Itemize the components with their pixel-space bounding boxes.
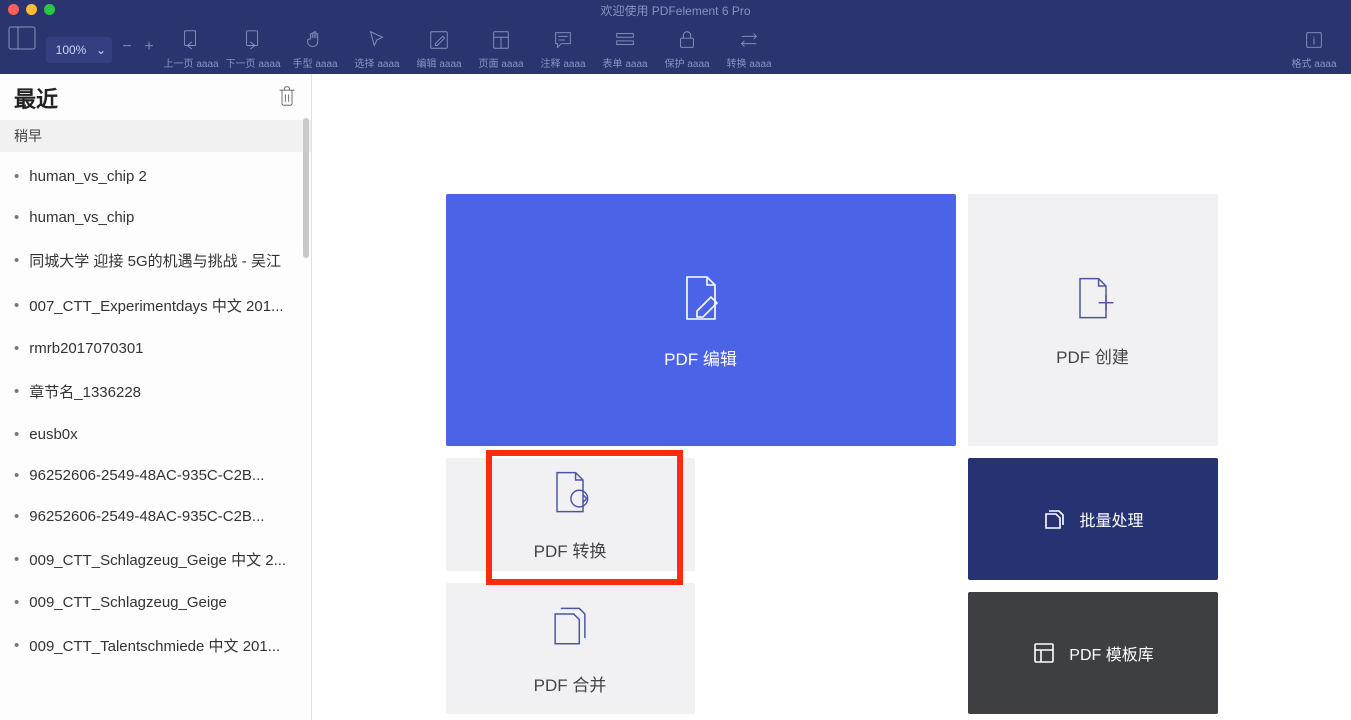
minimize-window-button[interactable] bbox=[26, 4, 37, 15]
toolbar-label: 保护 aaaa bbox=[665, 55, 710, 70]
toolbar-label: 手型 aaaa bbox=[293, 55, 338, 70]
sidebar-title: 最近 bbox=[14, 82, 58, 114]
toolbar-label: 转换 aaaa bbox=[727, 55, 772, 70]
welcome-area: PDF 编辑 PDF 创建 PDF 合并 bbox=[312, 74, 1351, 720]
toolbar-label: 上一页 aaaa bbox=[164, 55, 219, 70]
convert-document-icon bbox=[544, 467, 596, 519]
toolbar-format[interactable]: i 格式 aaaa bbox=[1283, 20, 1345, 74]
clear-recent-button[interactable] bbox=[277, 85, 297, 112]
toolbar-label: 选择 aaaa bbox=[355, 55, 400, 70]
edit-document-icon bbox=[673, 271, 729, 327]
tile-pdf-edit[interactable]: PDF 编辑 bbox=[446, 194, 956, 446]
recent-sidebar: 最近 稍早 human_vs_chip 2 human_vs_chip 同城大学… bbox=[0, 74, 312, 720]
app-body: 最近 稍早 human_vs_chip 2 human_vs_chip 同城大学… bbox=[0, 74, 1351, 720]
toolbar-label: 注释 aaaa bbox=[541, 55, 586, 70]
zoom-out-button[interactable]: − bbox=[116, 38, 138, 56]
toolbar-label: 表单 aaaa bbox=[603, 55, 648, 70]
toolbar-select[interactable]: 选择 aaaa bbox=[346, 20, 408, 74]
recent-item[interactable]: 同城大学 迎接 5G的机遇与挑战 - 吴江 bbox=[0, 238, 311, 283]
recent-item[interactable]: eusb0x bbox=[0, 414, 311, 455]
tile-pdf-merge[interactable]: PDF 合并 bbox=[446, 583, 695, 714]
recent-item[interactable]: 009_CTT_Schlagzeug_Geige 中文 2... bbox=[0, 537, 311, 582]
toolbar-label: 格式 aaaa bbox=[1291, 55, 1336, 70]
svg-text:i: i bbox=[1313, 35, 1315, 47]
recent-item[interactable]: 007_CTT_Experimentdays 中文 201... bbox=[0, 283, 311, 328]
tile-label: PDF 模板库 bbox=[1069, 641, 1153, 665]
tile-label: PDF 合并 bbox=[534, 671, 607, 696]
tile-template-library[interactable]: PDF 模板库 bbox=[968, 592, 1218, 714]
tile-label: PDF 创建 bbox=[1056, 343, 1129, 368]
toolbar-label: 下一页 aaaa bbox=[226, 55, 281, 70]
trash-icon bbox=[277, 85, 297, 107]
toolbar-edit[interactable]: 编辑 aaaa bbox=[408, 20, 470, 74]
close-window-button[interactable] bbox=[8, 4, 19, 15]
toolbar-convert[interactable]: 转换 aaaa bbox=[718, 20, 780, 74]
batch-icon bbox=[1041, 506, 1067, 532]
merge-documents-icon bbox=[544, 601, 596, 653]
sidebar-header: 最近 bbox=[0, 74, 311, 120]
zoom-dropdown[interactable]: 100% ⌄ bbox=[46, 37, 112, 63]
toolbar-protect[interactable]: 保护 aaaa bbox=[656, 20, 718, 74]
tile-label: 批量处理 bbox=[1079, 507, 1143, 531]
main-toolbar: 100% ⌄ − + 上一页 aaaa 下一页 aaaa 手型 aaaa 选择 … bbox=[0, 20, 1351, 74]
toolbar-hand[interactable]: 手型 aaaa bbox=[284, 20, 346, 74]
tile-label: PDF 转换 bbox=[534, 537, 607, 562]
sidebar-scrollbar[interactable] bbox=[303, 118, 309, 258]
recent-item[interactable]: 009_CTT_Talentschmiede 中文 201... bbox=[0, 623, 311, 668]
tile-sub-row: PDF 合并 PDF 转换 bbox=[446, 458, 956, 714]
recent-item[interactable]: 章节名_1336228 bbox=[0, 369, 311, 414]
window-controls bbox=[8, 4, 55, 15]
template-icon bbox=[1031, 640, 1057, 666]
recent-list: human_vs_chip 2 human_vs_chip 同城大学 迎接 5G… bbox=[0, 152, 311, 720]
toolbar-comment[interactable]: 注释 aaaa bbox=[532, 20, 594, 74]
toolbar-form[interactable]: 表单 aaaa bbox=[594, 20, 656, 74]
titlebar: 欢迎使用 PDFelement 6 Pro bbox=[0, 0, 1351, 20]
tile-label: PDF 编辑 bbox=[664, 345, 737, 370]
zoom-in-button[interactable]: + bbox=[138, 38, 160, 56]
toolbar-page[interactable]: 页面 aaaa bbox=[470, 20, 532, 74]
create-document-icon bbox=[1067, 273, 1119, 325]
app-title: 欢迎使用 PDFelement 6 Pro bbox=[600, 2, 750, 19]
recent-item[interactable]: 009_CTT_Schlagzeug_Geige bbox=[0, 582, 311, 623]
tile-pdf-create[interactable]: PDF 创建 bbox=[968, 194, 1218, 446]
recent-item[interactable]: human_vs_chip bbox=[0, 197, 311, 238]
toolbar-label: 页面 aaaa bbox=[479, 55, 524, 70]
toolbar-next-page[interactable]: 下一页 aaaa bbox=[222, 20, 284, 74]
recent-item[interactable]: 96252606-2549-48AC-935C-C2B... bbox=[0, 496, 311, 537]
recent-item[interactable]: rmrb2017070301 bbox=[0, 328, 311, 369]
toolbar-label: 编辑 aaaa bbox=[417, 55, 462, 70]
tile-pdf-convert[interactable]: PDF 转换 bbox=[446, 458, 695, 571]
zoom-value: 100% bbox=[52, 43, 90, 57]
zoom-group: 100% ⌄ − + bbox=[42, 20, 160, 74]
sidebar-toggle-button[interactable] bbox=[8, 26, 36, 50]
recent-item[interactable]: human_vs_chip 2 bbox=[0, 156, 311, 197]
tile-grid: PDF 编辑 PDF 创建 PDF 合并 bbox=[446, 194, 1218, 720]
recent-group-label: 稍早 bbox=[0, 120, 311, 152]
tile-batch-process[interactable]: 批量处理 bbox=[968, 458, 1218, 580]
recent-item[interactable]: 96252606-2549-48AC-935C-C2B... bbox=[0, 455, 311, 496]
chevron-down-icon: ⌄ bbox=[96, 43, 106, 57]
maximize-window-button[interactable] bbox=[44, 4, 55, 15]
toolbar-prev-page[interactable]: 上一页 aaaa bbox=[160, 20, 222, 74]
